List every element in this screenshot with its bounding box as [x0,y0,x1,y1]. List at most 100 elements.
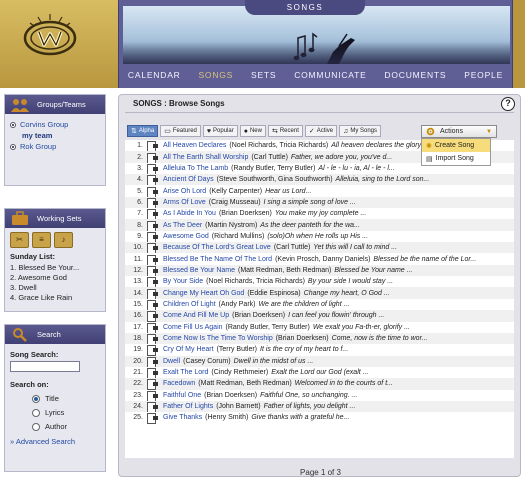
nav-documents[interactable]: DOCUMENTS [384,70,446,80]
group-item-my-team[interactable]: my team [10,131,100,140]
group-item-rok[interactable]: Rok Group [10,142,100,151]
song-title-link[interactable]: Come Now Is The Time To Worship [163,335,273,342]
song-row[interactable]: 9. Awesome God (Richard Mullins) (solo)Oh w… [125,231,514,243]
song-document-icon[interactable] [147,345,158,356]
logo-icon[interactable] [22,12,78,60]
song-row[interactable]: 11. Blessed Be The Name Of The Lord (Kevin… [125,253,514,265]
actions-button[interactable]: Actions ▼ [421,125,497,138]
song-title-link[interactable]: Faithful One [163,392,201,399]
song-row[interactable]: 22. Facedown (Matt Redman, Beth Redman) Wel… [125,378,514,390]
song-document-icon[interactable] [147,311,158,322]
song-document-icon[interactable] [147,379,158,390]
song-title-link[interactable]: Because Of The Lord's Great Love [163,244,271,251]
song-row[interactable]: 18. Come Now Is The Time To Worship (Brian… [125,332,514,345]
tab-my-songs[interactable]: ♫ My Songs [339,125,382,137]
song-document-icon[interactable] [147,265,158,277]
set-tools-icon[interactable]: ✂ [10,232,29,248]
song-document-icon[interactable] [147,243,158,254]
group-item-corvins[interactable]: Corvins Group [10,120,100,129]
song-title-link[interactable]: Come And Fill Me Up [163,312,229,319]
song-title-link[interactable]: Blessed Be Your Name [163,267,235,274]
song-title-link[interactable]: Arise Oh Lord [163,188,206,195]
search-option-lyrics[interactable]: Lyrics [32,408,100,417]
song-document-icon[interactable] [147,220,158,231]
song-row[interactable]: 8. As The Deer (Martin Nystrom) As the deer… [125,219,514,231]
song-row[interactable]: 19. Cry Of My Heart (Terry Butler) It is th… [125,344,514,356]
set-list-icon[interactable]: ≡ [32,232,51,248]
search-option-title[interactable]: Title [32,394,100,403]
song-title-link[interactable]: Exalt The Lord [163,369,208,376]
song-row[interactable]: 23. Faithful One (Brian Doerksen) Faithful … [125,390,514,401]
song-row[interactable]: 4. Ancient Of Days (Steve Southworth, Gina… [125,174,514,186]
song-row[interactable]: 10. Because Of The Lord's Great Love (Carl… [125,242,514,254]
nav-communicate[interactable]: COMMUNICATE [294,70,366,80]
working-set-item[interactable]: 3. Dwell [10,283,100,292]
song-document-icon[interactable] [147,334,158,345]
nav-people[interactable]: PEOPLE [464,70,503,80]
song-document-icon[interactable] [147,209,158,220]
song-document-icon[interactable] [147,175,158,186]
song-document-icon[interactable] [147,356,158,367]
working-set-item[interactable]: 4. Grace Like Rain [10,293,100,302]
song-row[interactable]: 24. Father Of Lights (John Barnett) Father … [125,400,514,413]
import-song-menu-item[interactable]: ▤ Import Song [422,152,490,165]
nav-songs[interactable]: SONGS [198,70,233,80]
song-document-icon[interactable] [147,368,158,379]
song-document-icon[interactable] [147,152,158,163]
song-title-link[interactable]: Arms Of Love [163,199,206,206]
song-title-link[interactable]: All The Earth Shall Worship [163,154,248,161]
song-document-icon[interactable] [147,141,158,152]
song-title-link[interactable]: As I Abide In You [163,210,216,217]
song-row[interactable]: 13. By Your Side (Noel Richards, Tricia Ri… [125,276,514,288]
song-title-link[interactable]: All Heaven Declares [163,142,226,149]
song-document-icon[interactable] [147,299,158,311]
song-row[interactable]: 17. Come Fill Us Again (Randy Butler, Terr… [125,322,514,333]
song-document-icon[interactable] [147,197,158,209]
create-song-menu-item[interactable]: ✺ Create Song [422,139,490,152]
set-play-icon[interactable]: ♪ [54,232,73,248]
song-search-input[interactable] [10,361,80,372]
song-document-icon[interactable] [147,186,158,197]
tab-active[interactable]: ✓ Active [304,125,338,137]
nav-sets[interactable]: SETS [251,70,276,80]
song-title-link[interactable]: Change My Heart Oh God [163,290,244,297]
song-row[interactable]: 21. Exalt The Lord (Cindy Rethmeier) Exalt … [125,367,514,379]
song-title-link[interactable]: By Your Side [163,278,203,285]
song-row[interactable]: 20. Dwell (Casey Corum) Dwell in the midst … [125,355,514,367]
song-document-icon[interactable] [147,390,158,401]
song-title-link[interactable]: Alleluia To The Lamb [163,165,228,172]
song-document-icon[interactable] [147,254,158,265]
song-document-icon[interactable] [147,413,158,424]
song-title-link[interactable]: Facedown [163,380,195,387]
tab-alpha[interactable]: ⇅ Alpha [127,125,159,137]
tab-popular[interactable]: ♥ Popular [202,125,238,137]
advanced-search-link[interactable]: » Advanced Search [10,437,100,446]
song-row[interactable]: 25. Give Thanks (Henry Smith) Give thanks w… [125,412,514,424]
song-title-link[interactable]: As The Deer [163,222,202,229]
song-document-icon[interactable] [147,231,158,243]
song-row[interactable]: 14. Change My Heart Oh God (Eddie Espinosa… [125,287,514,299]
tab-new[interactable]: ● New [239,125,266,137]
song-document-icon[interactable] [147,163,158,175]
working-set-item[interactable]: 1. Blessed Be Your... [10,263,100,272]
search-option-author[interactable]: Author [32,422,100,431]
song-document-icon[interactable] [147,288,158,299]
song-title-link[interactable]: Children Of Light [163,301,216,308]
song-title-link[interactable]: Dwell [163,358,180,365]
song-title-link[interactable]: Blessed Be The Name Of The Lord [163,256,272,263]
song-document-icon[interactable] [147,322,158,333]
nav-calendar[interactable]: CALENDAR [128,70,181,80]
song-row[interactable]: 12. Blessed Be Your Name (Matt Redman, Bet… [125,264,514,277]
song-row[interactable]: 15. Children Of Light (Andy Park) We are th… [125,299,514,311]
song-row[interactable]: 6. Arms Of Love (Craig Musseau) I sing a si… [125,196,514,209]
song-title-link[interactable]: Awesome God [163,233,209,240]
song-title-link[interactable]: Give Thanks [163,414,202,421]
working-set-item[interactable]: 2. Awesome God [10,273,100,282]
song-row[interactable]: 5. Arise Oh Lord (Kelly Carpenter) Hear us … [125,185,514,197]
song-title-link[interactable]: Cry Of My Heart [163,346,214,353]
song-title-link[interactable]: Ancient Of Days [163,176,214,183]
song-document-icon[interactable] [147,402,158,413]
tab-featured[interactable]: ▭ Featured [160,125,201,137]
song-row[interactable]: 7. As I Abide In You (Brian Doerksen) You m… [125,208,514,220]
song-row[interactable]: 16. Come And Fill Me Up (Brian Doerksen) I … [125,310,514,322]
